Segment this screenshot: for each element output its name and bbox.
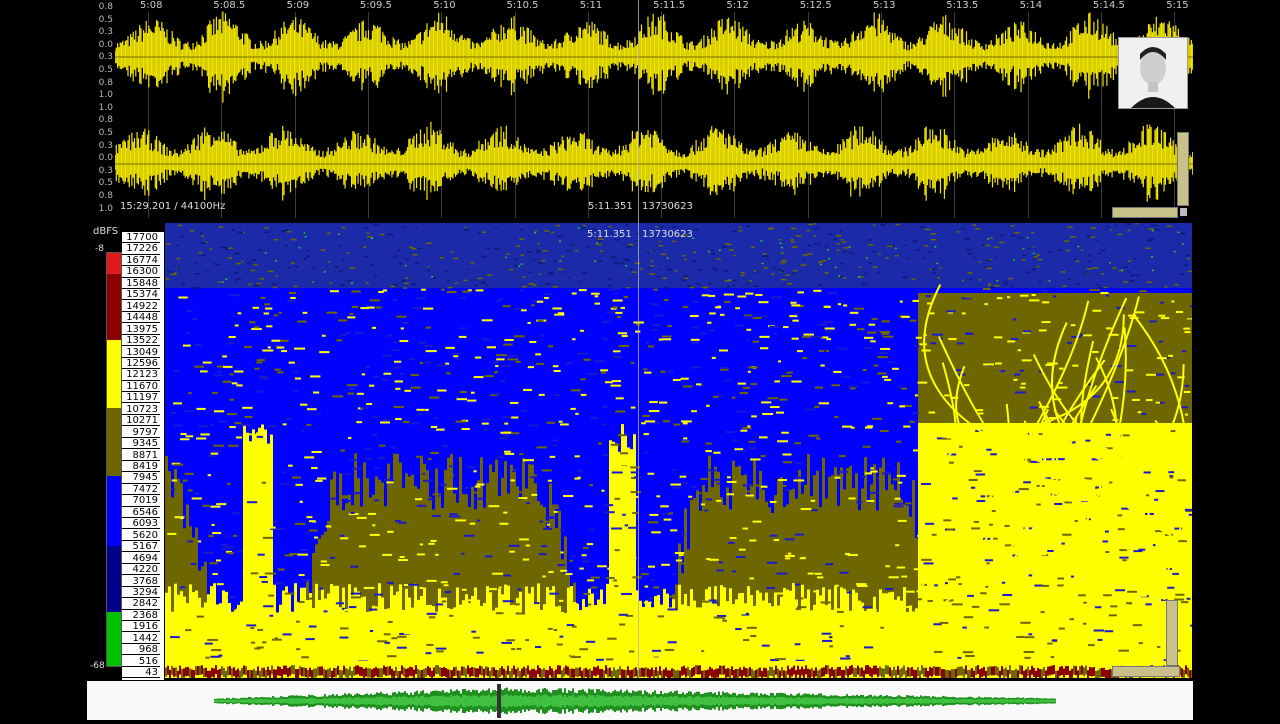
spectrogram-cursor-sample: 13730623	[642, 229, 693, 240]
waveform-cursor-time: 5:11.351	[588, 201, 633, 212]
overview-strip[interactable]	[87, 681, 1193, 720]
frequency-label: 1916	[122, 621, 160, 632]
frequency-label: 17700	[122, 232, 160, 243]
avatar	[1118, 37, 1188, 109]
color-scale-segment	[107, 340, 121, 408]
db-top-label: -8	[95, 244, 104, 254]
frequency-label: 12123	[122, 369, 160, 380]
color-scale-segment	[107, 408, 121, 476]
frequency-label: 10723	[122, 404, 160, 415]
frequency-label: 8419	[122, 461, 160, 472]
amplitude-axis: 0.8 0.5 0.3 0.0 0.3 0.5 0.8 1.0 1.0 0.8 0.5 0.3 0.0 0…	[87, 0, 115, 220]
db-bottom-label: -68	[90, 661, 105, 671]
waveform-channel-right	[115, 118, 1193, 210]
amplitude-label: 0.3	[87, 142, 113, 151]
frequency-label: 1442	[122, 633, 160, 644]
amplitude-label: 0.3	[87, 28, 113, 37]
frequency-label: 17226	[122, 243, 160, 254]
frequency-label: 6546	[122, 507, 160, 518]
frequency-label: 10271	[122, 415, 160, 426]
frequency-label: 11197	[122, 392, 160, 403]
color-scale-segment	[107, 476, 121, 546]
amplitude-label: 0.8	[87, 3, 113, 12]
frequency-label: 7472	[122, 484, 160, 495]
waveform-trace	[115, 122, 1193, 202]
amplitude-label: 0.3	[87, 167, 113, 176]
frequency-label: 5620	[122, 530, 160, 541]
waveform-channel-left	[115, 8, 1193, 106]
frequency-label: 2842	[122, 598, 160, 609]
waveform-corner	[1180, 208, 1187, 216]
waveform-cursor-sample: 13730623	[642, 201, 693, 212]
spectrogram-hscroll-thumb[interactable]	[1112, 666, 1180, 677]
amplitude-label: 1.0	[87, 91, 113, 100]
frequency-axis: 1770017226167741630015848153741492214448…	[122, 232, 164, 680]
frequency-label: 7019	[122, 495, 160, 506]
amplitude-label: 1.0	[87, 104, 113, 113]
playback-cursor[interactable]	[638, 0, 639, 678]
frequency-label: 13049	[122, 347, 160, 358]
frequency-label: 7945	[122, 472, 160, 483]
frequency-label: 4694	[122, 553, 160, 564]
frequency-label: 43	[122, 667, 160, 678]
amplitude-label: 0.0	[87, 154, 113, 163]
frequency-label: 516	[122, 656, 160, 667]
amplitude-label: 0.0	[87, 41, 113, 50]
frequency-label: 14448	[122, 312, 160, 323]
amplitude-label: 0.8	[87, 192, 113, 201]
sample-rate-info: 15:29.201 / 44100Hz	[120, 201, 225, 212]
frequency-label: 9345	[122, 438, 160, 449]
frequency-label: 8871	[122, 450, 160, 461]
dbfs-label: dBFS	[93, 226, 118, 237]
frequency-label: 13522	[122, 335, 160, 346]
frequency-label: 11670	[122, 381, 160, 392]
frequency-label: 968	[122, 644, 160, 655]
overview-position-marker[interactable]	[497, 684, 501, 718]
spectrogram-panel[interactable]	[165, 223, 1192, 678]
waveform-vscroll-thumb[interactable]	[1177, 132, 1189, 206]
frequency-label: 15848	[122, 278, 160, 289]
frequency-label: 4220	[122, 564, 160, 575]
frequency-label: 3768	[122, 576, 160, 587]
frequency-label: 12596	[122, 358, 160, 369]
amplitude-label: 0.5	[87, 16, 113, 25]
frequency-label: 16774	[122, 255, 160, 266]
frequency-label: 2368	[122, 610, 160, 621]
color-scale-segment	[107, 274, 121, 340]
amplitude-label: 1.0	[87, 205, 113, 214]
frequency-label: 13975	[122, 324, 160, 335]
amplitude-label: 0.5	[87, 179, 113, 188]
frequency-label: 5167	[122, 541, 160, 552]
spectrogram-cursor-time: 5:11.351	[587, 229, 632, 240]
frequency-label: 14922	[122, 301, 160, 312]
spectrogram-vscroll-thumb[interactable]	[1166, 600, 1178, 666]
color-scale-segment	[107, 546, 121, 612]
amplitude-label: 0.5	[87, 66, 113, 75]
color-scale-segment	[107, 612, 121, 666]
frequency-label: 3294	[122, 587, 160, 598]
amplitude-label: 0.8	[87, 116, 113, 125]
color-scale-bar	[106, 252, 122, 667]
color-scale-segment	[107, 253, 121, 274]
amplitude-label: 0.5	[87, 129, 113, 138]
frequency-label: 9797	[122, 427, 160, 438]
frequency-label: 16300	[122, 266, 160, 277]
waveform-hscroll-thumb[interactable]	[1112, 207, 1178, 218]
frequency-label: 6093	[122, 518, 160, 529]
frequency-label: 15374	[122, 289, 160, 300]
amplitude-label: 0.3	[87, 53, 113, 62]
amplitude-label: 0.8	[87, 79, 113, 88]
